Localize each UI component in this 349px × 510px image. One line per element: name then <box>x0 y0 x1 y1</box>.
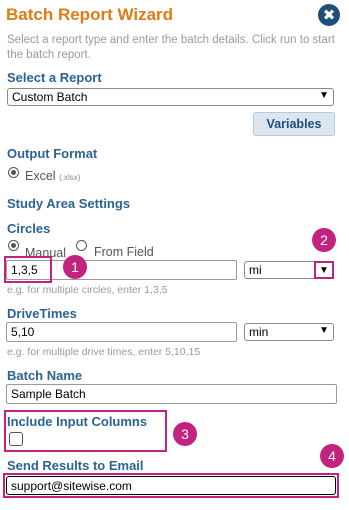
drivetimes-input-value: 5,10 <box>11 325 35 339</box>
excel-radio[interactable] <box>8 167 19 178</box>
variables-button[interactable]: Variables <box>253 112 335 136</box>
drivetimes-hint: e.g. for multiple drive times, enter 5,1… <box>7 346 201 358</box>
callout-badge-3: 3 <box>173 422 197 446</box>
report-type-select[interactable]: Custom Batch ▼ <box>7 88 334 106</box>
chevron-down-icon: ▼ <box>319 325 329 336</box>
radio-selected-dot <box>11 243 16 248</box>
batch-name-label: Batch Name <box>7 368 83 383</box>
circles-label: Circles <box>7 221 51 236</box>
circles-input-highlight <box>4 256 52 283</box>
report-type-value: Custom Batch <box>12 90 88 104</box>
radio-selected-dot <box>11 170 16 175</box>
chevron-down-icon: ▼ <box>319 90 329 101</box>
from-field-radio-label: From Field <box>94 245 154 259</box>
circles-unit-value: mi <box>249 263 262 277</box>
wizard-description: Select a report type and enter the batch… <box>7 34 335 61</box>
excel-option-label: Excel (.xlsx) <box>25 169 80 183</box>
circles-unit-dropdown-chevron-icon[interactable]: ▼ <box>314 261 334 279</box>
manual-radio[interactable] <box>8 240 19 251</box>
wizard-title: Batch Report Wizard <box>6 5 174 24</box>
callout-badge-1: 1 <box>63 255 87 279</box>
excel-label-text: Excel <box>25 169 56 183</box>
drivetimes-input[interactable]: 5,10 <box>6 322 237 342</box>
output-format-heading: Output Format <box>7 146 98 161</box>
drivetimes-unit-value: min <box>249 325 269 339</box>
email-input[interactable]: support@sitewise.com <box>6 476 336 495</box>
from-field-radio[interactable] <box>76 240 87 251</box>
batch-name-input[interactable]: Sample Batch <box>6 384 337 404</box>
callout-badge-2: 2 <box>312 228 336 252</box>
batch-name-value: Sample Batch <box>11 387 86 401</box>
include-input-columns-checkbox[interactable] <box>9 432 23 446</box>
email-input-value: support@sitewise.com <box>11 478 132 493</box>
circles-hint: e.g. for multiple circles, enter 1,3,5 <box>7 284 168 296</box>
callout-badge-4: 4 <box>320 444 344 468</box>
select-report-heading: Select a Report <box>7 70 102 85</box>
study-area-heading: Study Area Settings <box>7 196 131 211</box>
excel-extension-text: (.xlsx) <box>59 173 81 182</box>
drivetimes-unit-select[interactable]: min ▼ <box>244 323 334 341</box>
send-email-label: Send Results to Email <box>7 458 144 473</box>
close-icon[interactable]: ✖ <box>318 4 340 26</box>
drivetimes-label: DriveTimes <box>7 306 77 321</box>
include-input-columns-label: Include Input Columns <box>7 414 148 429</box>
